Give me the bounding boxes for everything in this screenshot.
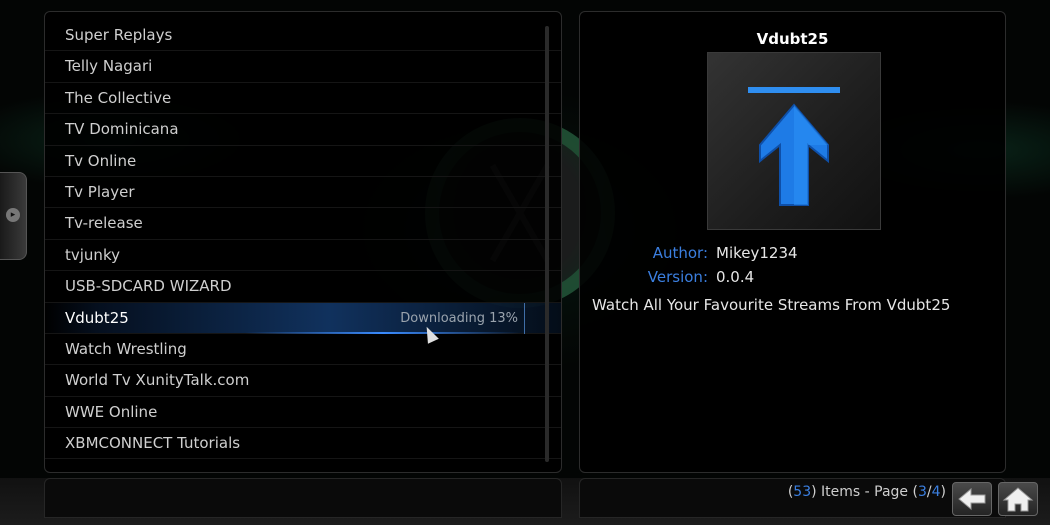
item-count: 53 — [793, 484, 812, 500]
chevron-right-icon: ▸ — [6, 208, 20, 222]
version-label: Version: — [647, 268, 708, 286]
addon-item-label: XBMCONNECT Tutorials — [65, 434, 241, 453]
author-label: Author: — [652, 244, 708, 262]
addon-list-panel: Super Replays Telly Nagari The Collective T… — [44, 11, 562, 473]
addon-list-item[interactable]: Vdubt25 Downloading 13% — [45, 302, 561, 335]
author-value: Mikey1234 — [716, 244, 798, 262]
back-arrow-icon — [958, 487, 986, 511]
addon-list-item[interactable]: World Tv XunityTalk.com — [45, 365, 561, 397]
addon-item-label: Super Replays — [65, 26, 173, 44]
items-text: ) Items - Page ( — [811, 484, 918, 500]
addon-item-label: Tv-release — [65, 214, 143, 233]
addon-list-item[interactable]: Tv-release — [45, 208, 561, 240]
addon-item-label: The Collective — [65, 88, 172, 107]
addon-thumbnail — [707, 52, 881, 230]
addon-item-label: Vdubt25 — [65, 308, 129, 327]
addon-list-item[interactable]: Tv Online — [45, 146, 561, 177]
addon-title: Vdubt25 — [756, 30, 829, 48]
addon-item-label: Telly Nagari — [65, 57, 153, 76]
list-footer-panel — [44, 478, 562, 518]
addon-list-item[interactable]: Tv Player — [45, 177, 561, 209]
addon-description: Watch All Your Favourite Streams From Vd… — [592, 296, 951, 314]
back-button[interactable] — [952, 482, 992, 516]
addon-list: Super Replays Telly Nagari The Collective T… — [45, 20, 561, 460]
addon-list-item[interactable]: Watch Wrestling — [45, 334, 561, 366]
addon-item-label: World Tv XunityTalk.com — [65, 371, 250, 390]
addon-list-item[interactable]: tvjunky — [45, 240, 561, 272]
home-icon — [1002, 487, 1034, 512]
addon-item-label: TV Dominicana — [65, 120, 179, 139]
addon-item-label: Tv Player — [65, 182, 135, 201]
addon-item-label: USB-SDCARD WIZARD — [65, 277, 232, 296]
download-status: Downloading 13% — [400, 302, 525, 334]
addon-list-item[interactable]: Super Replays — [45, 20, 561, 52]
page-total: 4 — [931, 484, 941, 500]
addon-list-item[interactable]: The Collective — [45, 83, 561, 115]
addon-item-label: WWE Online — [65, 402, 158, 421]
home-button[interactable] — [998, 482, 1038, 516]
addon-item-label: tvjunky — [65, 245, 120, 264]
page-current: 3 — [917, 484, 927, 500]
page-info: (53) Items - Page (3/4) — [788, 484, 946, 500]
up-arrow-icon — [748, 87, 840, 206]
addon-list-item[interactable]: WWE Online — [45, 397, 561, 429]
version-value: 0.0.4 — [716, 268, 755, 286]
addon-item-label: Tv Online — [65, 151, 137, 170]
addon-info-panel: Vdubt25 Author: Mikey1234 Version: 0.0.4… — [579, 11, 1006, 473]
addon-list-item[interactable]: USB-SDCARD WIZARD — [45, 271, 561, 303]
list-scrollbar[interactable] — [545, 26, 549, 462]
author-row: Author: Mikey1234 — [580, 244, 1007, 264]
addon-item-label: Watch Wrestling — [65, 339, 187, 358]
addon-list-item[interactable]: XBMCONNECT Tutorials — [45, 428, 561, 460]
paren-close: ) — [940, 484, 946, 500]
addon-list-item[interactable]: TV Dominicana — [45, 114, 561, 146]
side-menu-tab[interactable]: ▸ — [0, 172, 27, 260]
version-row: Version: 0.0.4 — [580, 268, 1007, 288]
addon-list-item[interactable]: Telly Nagari — [45, 51, 561, 83]
